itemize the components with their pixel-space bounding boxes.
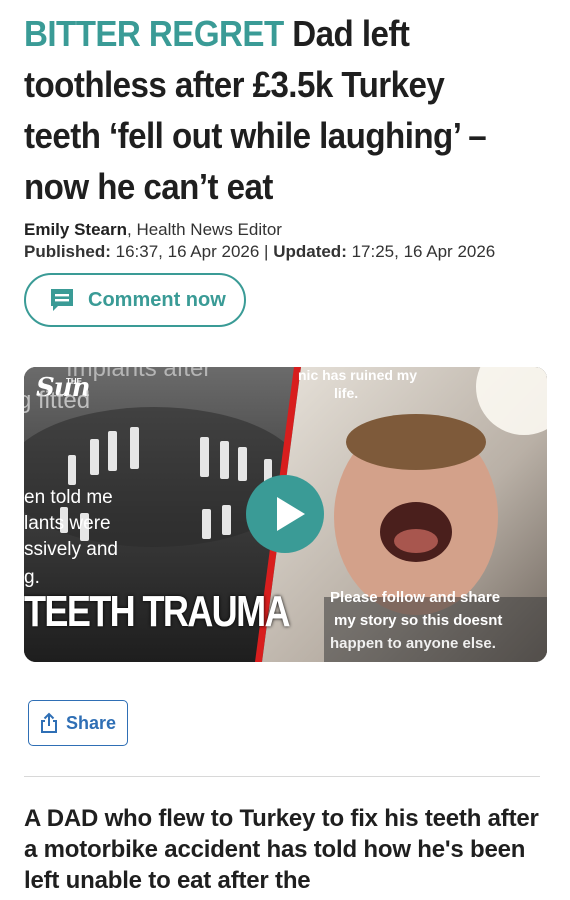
caption-right-bottom-3: happen to anyone else. [330,635,496,652]
video-player[interactable]: THE Sun Implants after g fitted en told … [24,367,547,662]
caption-left-4: lants were [24,513,111,534]
caption-right-top-1: nic has ruined my [298,367,418,383]
author-role: , Health News Editor [127,220,282,239]
caption-right-bottom-1: Please follow and share [330,589,501,606]
caption-left-3: en told me [24,487,113,508]
caption-right-bottom-2: my story so this doesnt [334,612,503,629]
published-label: Published: [24,242,111,261]
headline-kicker: BITTER REGRET [24,13,284,54]
author-name[interactable]: Emily Stearn [24,220,127,239]
comment-icon [51,289,73,311]
play-button[interactable] [246,475,324,553]
updated-label: Updated: [273,242,347,261]
date-separator: | [259,242,274,261]
share-button[interactable]: Share [28,700,128,746]
headline: BITTER REGRET Dad left toothless after £… [24,8,512,212]
byline: Emily Stearn, Health News Editor [24,219,282,241]
comment-now-label: Comment now [88,288,226,311]
caption-right-top-2: life. [334,385,359,401]
updated-value: 17:25, 16 Apr 2026 [346,242,496,261]
publish-dates: Published: 16:37, 16 Apr 2026 | Updated:… [24,241,495,263]
article-standfirst: A DAD who flew to Turkey to fix his teet… [24,805,539,894]
caption-left-2: g fitted [24,387,91,414]
comment-now-button[interactable]: Comment now [24,273,246,327]
video-title: TEETH TRAUMA [24,587,291,636]
caption-left-6: g. [24,567,40,588]
caption-left-1: Implants after [66,367,212,382]
caption-left-5: ssively and [24,539,118,560]
published-value: 16:37, 16 Apr 2026 [110,242,260,261]
share-label: Share [65,712,117,733]
article-page: BITTER REGRET Dad left toothless after £… [0,0,570,900]
share-icon [40,712,57,733]
divider [24,776,540,777]
